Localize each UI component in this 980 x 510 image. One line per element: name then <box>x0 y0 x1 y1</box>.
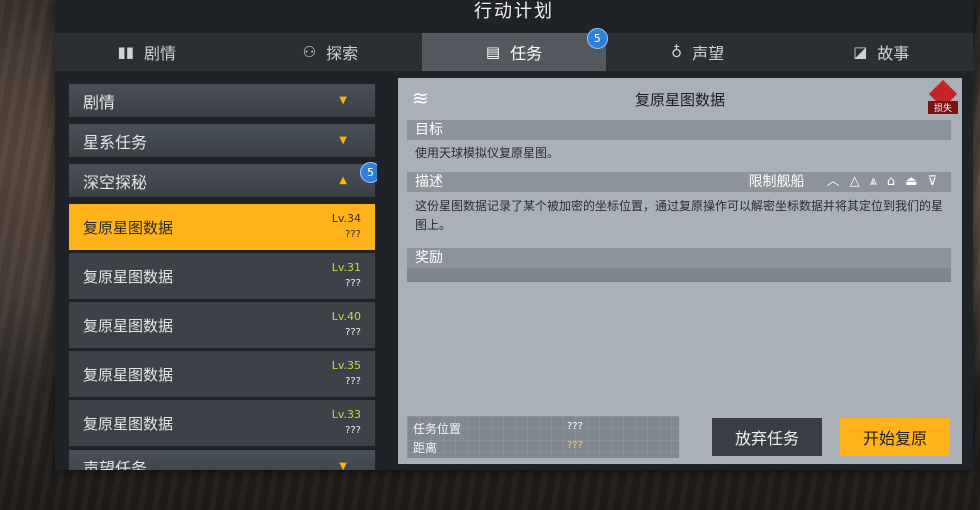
action-plan-window: 行动计划 ✕ ▮▮ 剧情 ⚇ 探索 ▤ 任务 5 ♁ 声望 ◪ 故事 剧情 ▼ <box>55 0 973 470</box>
tab-explore[interactable]: ⚇ 探索 <box>239 33 423 71</box>
tab-reputation[interactable]: ♁ 声望 <box>606 33 790 71</box>
category-story[interactable]: 剧情 ▼ <box>69 84 375 117</box>
tab-bar: ▮▮ 剧情 ⚇ 探索 ▤ 任务 5 ♁ 声望 ◪ 故事 <box>55 28 973 71</box>
mission-name: 复原星图数据 <box>83 365 174 384</box>
mission-name: 复原星图数据 <box>83 414 174 433</box>
document-icon: ▤ <box>485 43 501 61</box>
location-label: 任务位置 <box>413 422 462 436</box>
abandon-mission-button[interactable]: 放弃任务 <box>712 418 822 456</box>
lost-badge: 损失 <box>928 79 958 114</box>
category-label: 深空探秘 <box>83 172 148 192</box>
category-label: 剧情 <box>83 92 116 112</box>
carrier-class-icon: ⏏ <box>905 174 918 189</box>
tab-label: 剧情 <box>144 44 177 63</box>
destroyer-class-icon: △ <box>849 174 860 189</box>
detail-title: 复原星图数据 <box>634 91 725 109</box>
description-header: 描述 <box>415 174 443 190</box>
mission-item[interactable]: 复原星图数据 Lv.34 ??? <box>69 204 375 250</box>
mission-progress: ??? <box>345 278 361 289</box>
distance-value: ??? <box>567 440 583 451</box>
chevron-down-icon: ▼ <box>339 461 347 470</box>
tab-missions[interactable]: ▤ 任务 5 <box>422 28 608 71</box>
tab-story[interactable]: ▮▮ 剧情 <box>55 33 239 71</box>
location-value: ??? <box>567 421 583 432</box>
tab-badge: 5 <box>586 28 608 49</box>
category-galaxy-missions[interactable]: 星系任务 ▼ <box>69 124 375 157</box>
category-badge: 5 <box>360 162 377 183</box>
frigate-class-icon: ︿ <box>826 174 840 189</box>
battlecruiser-class-icon: ⌂ <box>886 174 896 189</box>
explore-icon: ⚇ <box>302 43 317 61</box>
flagship-class-icon: ⊽ <box>927 174 937 189</box>
chevron-down-icon: ▼ <box>339 135 347 146</box>
objective-header: 目标 <box>407 120 951 140</box>
restricted-ships-label: 限制舰船 <box>748 174 805 190</box>
mission-detail-panel: ≋ 复原星图数据 损失 目标 使用天球模拟仪复原星图。 描述 限制舰船 ︿ △ … <box>398 78 962 464</box>
lost-label: 损失 <box>928 101 958 114</box>
tab-label: 任务 <box>510 44 543 63</box>
reputation-icon: ♁ <box>671 43 683 61</box>
category-deep-space[interactable]: 深空探秘 ▲ 5 <box>69 162 377 197</box>
category-label: 声望任务 <box>83 458 148 471</box>
detail-header: ≋ 复原星图数据 损失 <box>398 78 962 118</box>
objective-text: 使用天球模拟仪复原星图。 <box>415 146 560 160</box>
tab-label: 故事 <box>877 44 910 63</box>
description-text: 这份星图数据记录了某个被加密的坐标位置，通过复原操作可以解密坐标数据并将其定位到… <box>415 199 944 232</box>
mission-item[interactable]: 复原星图数据 Lv.33 ??? <box>69 400 375 446</box>
mission-progress: ??? <box>345 376 361 387</box>
description-header-bar: 描述 限制舰船 ︿ △ ⩓ ⌂ ⏏ ⊽ <box>407 172 951 192</box>
mission-name: 复原星图数据 <box>83 267 174 286</box>
book-icon: ▮▮ <box>117 43 135 61</box>
tab-label: 声望 <box>692 44 725 63</box>
restricted-ships: 限制舰船 ︿ △ ⩓ ⌂ ⏏ ⊽ <box>749 172 937 192</box>
mission-item[interactable]: 复原星图数据 Lv.35 ??? <box>69 351 375 397</box>
chevron-down-icon: ▼ <box>339 95 347 106</box>
reward-header: 奖励 <box>407 248 951 268</box>
mission-progress: ??? <box>345 229 361 240</box>
mission-name: 复原星图数据 <box>83 316 174 335</box>
mission-level: Lv.31 <box>331 261 361 274</box>
mission-item[interactable]: 复原星图数据 Lv.31 ??? <box>69 253 375 299</box>
start-restore-button[interactable]: 开始复原 <box>840 418 950 456</box>
tab-tales[interactable]: ◪ 故事 <box>789 33 973 71</box>
reward-list <box>407 268 951 282</box>
mission-level: Lv.40 <box>331 310 361 323</box>
category-label: 星系任务 <box>83 132 148 152</box>
mission-progress: ??? <box>345 327 361 338</box>
distance-label: 距离 <box>413 441 438 455</box>
mission-level: Lv.33 <box>331 408 361 421</box>
mission-progress: ??? <box>345 425 361 436</box>
window-title: 行动计划 <box>474 1 554 22</box>
mission-level: Lv.34 <box>331 212 361 225</box>
tab-label: 探索 <box>326 44 359 63</box>
chevron-up-icon: ▲ <box>339 175 347 186</box>
story-icon: ◪ <box>853 43 868 61</box>
mission-item[interactable]: 复原星图数据 Lv.40 ??? <box>69 302 375 348</box>
mission-location-box: 任务位置 ??? 距离 ??? <box>407 416 679 458</box>
category-reputation-missions[interactable]: 声望任务 ▼ <box>69 450 375 470</box>
cruiser-class-icon: ⩓ <box>869 174 877 189</box>
mission-name: 复原星图数据 <box>83 218 174 237</box>
mission-level: Lv.35 <box>331 359 361 372</box>
mission-sidebar: 剧情 ▼ 星系任务 ▼ 深空探秘 ▲ 5 复原星图数据 Lv.34 ??? 复原… <box>67 80 377 470</box>
